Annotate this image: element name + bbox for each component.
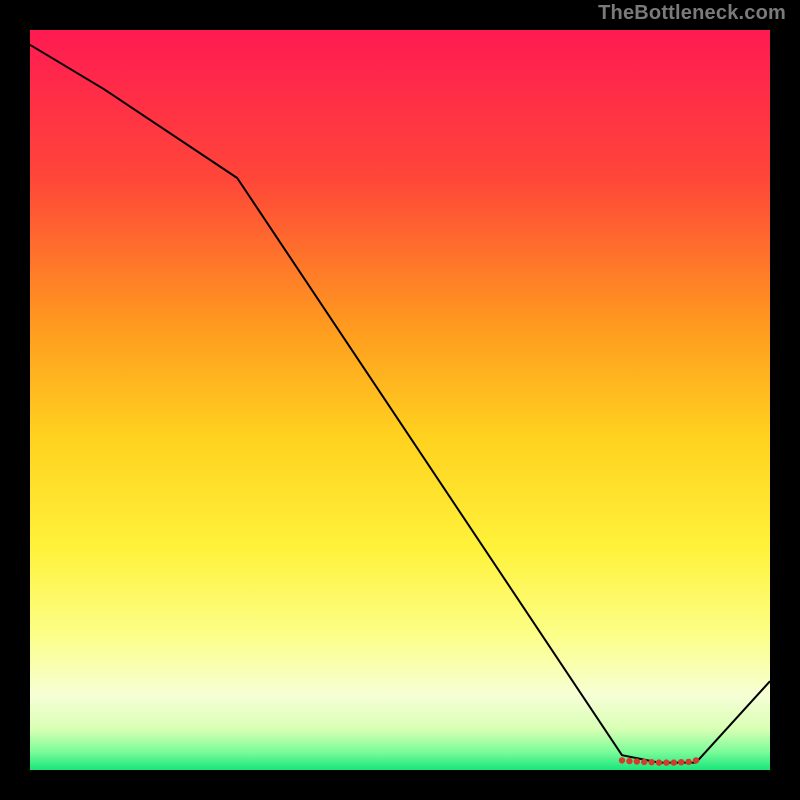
chart-marker	[678, 759, 684, 765]
chart-marker	[671, 759, 677, 765]
chart-marker	[626, 758, 632, 764]
chart-marker	[685, 759, 691, 765]
attribution-label: TheBottleneck.com	[598, 2, 786, 25]
plot-background	[30, 30, 770, 770]
chart-marker	[634, 758, 640, 764]
chart-marker	[641, 759, 647, 765]
chart-marker	[648, 759, 654, 765]
chart-marker	[663, 759, 669, 765]
bottleneck-chart	[0, 0, 800, 800]
chart-marker	[693, 757, 699, 763]
chart-marker	[619, 757, 625, 763]
chart-marker	[656, 759, 662, 765]
chart-frame: TheBottleneck.com	[0, 0, 800, 800]
